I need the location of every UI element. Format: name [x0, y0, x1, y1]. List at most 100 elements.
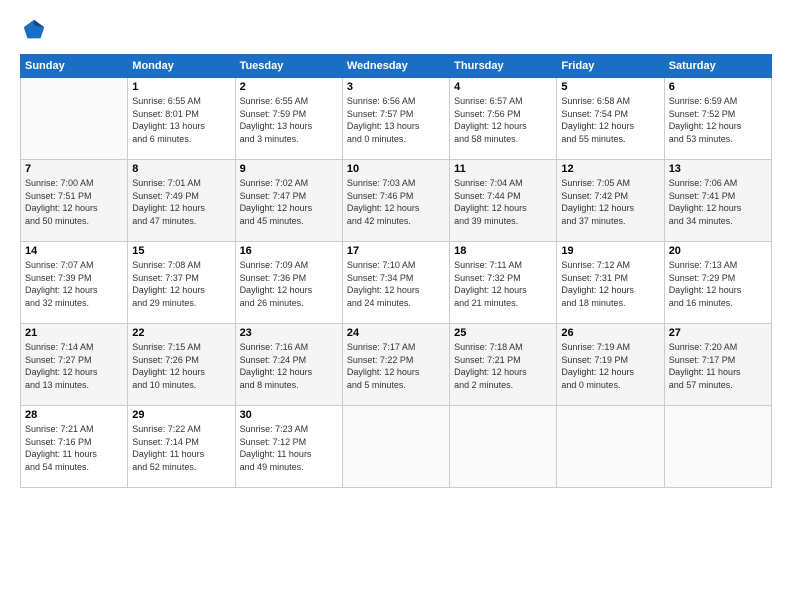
calendar-week-3: 14 Sunrise: 7:07 AM Sunset: 7:39 PM Dayli… — [21, 242, 772, 324]
day-number: 7 — [25, 163, 123, 175]
day-info: Sunrise: 7:20 AM Sunset: 7:17 PM Dayligh… — [669, 341, 767, 391]
calendar-cell: 18 Sunrise: 7:11 AM Sunset: 7:32 PM Dayli… — [450, 242, 557, 324]
calendar-cell: 10 Sunrise: 7:03 AM Sunset: 7:46 PM Dayli… — [342, 160, 449, 242]
day-number: 23 — [240, 327, 338, 339]
day-info: Sunrise: 7:01 AM Sunset: 7:49 PM Dayligh… — [132, 177, 230, 227]
calendar-cell: 29 Sunrise: 7:22 AM Sunset: 7:14 PM Dayli… — [128, 406, 235, 488]
day-info: Sunrise: 6:56 AM Sunset: 7:57 PM Dayligh… — [347, 95, 445, 145]
day-info: Sunrise: 7:12 AM Sunset: 7:31 PM Dayligh… — [561, 259, 659, 309]
calendar-header-monday: Monday — [128, 55, 235, 78]
calendar-cell: 30 Sunrise: 7:23 AM Sunset: 7:12 PM Dayli… — [235, 406, 342, 488]
day-number: 20 — [669, 245, 767, 257]
calendar-cell: 27 Sunrise: 7:20 AM Sunset: 7:17 PM Dayli… — [664, 324, 771, 406]
day-number: 14 — [25, 245, 123, 257]
day-info: Sunrise: 7:10 AM Sunset: 7:34 PM Dayligh… — [347, 259, 445, 309]
day-info: Sunrise: 6:57 AM Sunset: 7:56 PM Dayligh… — [454, 95, 552, 145]
day-number: 16 — [240, 245, 338, 257]
calendar-week-5: 28 Sunrise: 7:21 AM Sunset: 7:16 PM Dayli… — [21, 406, 772, 488]
day-number: 21 — [25, 327, 123, 339]
day-info: Sunrise: 7:08 AM Sunset: 7:37 PM Dayligh… — [132, 259, 230, 309]
calendar-cell: 21 Sunrise: 7:14 AM Sunset: 7:27 PM Dayli… — [21, 324, 128, 406]
calendar-cell: 15 Sunrise: 7:08 AM Sunset: 7:37 PM Dayli… — [128, 242, 235, 324]
day-number: 9 — [240, 163, 338, 175]
calendar-cell: 12Sunrise: 7:05 AM Sunset: 7:42 PM Dayli… — [557, 160, 664, 242]
calendar-cell: 2Sunrise: 6:55 AM Sunset: 7:59 PM Daylig… — [235, 78, 342, 160]
calendar-cell: 13 Sunrise: 7:06 AM Sunset: 7:41 PM Dayli… — [664, 160, 771, 242]
day-number: 30 — [240, 409, 338, 421]
day-info: Sunrise: 6:58 AM Sunset: 7:54 PM Dayligh… — [561, 95, 659, 145]
day-info: Sunrise: 7:21 AM Sunset: 7:16 PM Dayligh… — [25, 423, 123, 473]
day-info: Sunrise: 7:04 AM Sunset: 7:44 PM Dayligh… — [454, 177, 552, 227]
day-info: Sunrise: 7:17 AM Sunset: 7:22 PM Dayligh… — [347, 341, 445, 391]
calendar-header-friday: Friday — [557, 55, 664, 78]
calendar-cell: 1 Sunrise: 6:55 AM Sunset: 8:01 PM Daylig… — [128, 78, 235, 160]
day-info: Sunrise: 7:14 AM Sunset: 7:27 PM Dayligh… — [25, 341, 123, 391]
calendar-cell — [557, 406, 664, 488]
day-info: Sunrise: 7:07 AM Sunset: 7:39 PM Dayligh… — [25, 259, 123, 309]
day-info: Sunrise: 7:03 AM Sunset: 7:46 PM Dayligh… — [347, 177, 445, 227]
calendar-cell: 7 Sunrise: 7:00 AM Sunset: 7:51 PM Daylig… — [21, 160, 128, 242]
day-number: 24 — [347, 327, 445, 339]
calendar-cell: 4Sunrise: 6:57 AM Sunset: 7:56 PM Daylig… — [450, 78, 557, 160]
day-number: 27 — [669, 327, 767, 339]
day-info: Sunrise: 7:18 AM Sunset: 7:21 PM Dayligh… — [454, 341, 552, 391]
logo-icon — [20, 16, 48, 44]
calendar-cell: 14 Sunrise: 7:07 AM Sunset: 7:39 PM Dayli… — [21, 242, 128, 324]
day-info: Sunrise: 7:09 AM Sunset: 7:36 PM Dayligh… — [240, 259, 338, 309]
day-info: Sunrise: 7:06 AM Sunset: 7:41 PM Dayligh… — [669, 177, 767, 227]
calendar-cell: 8 Sunrise: 7:01 AM Sunset: 7:49 PM Daylig… — [128, 160, 235, 242]
calendar-cell: 16 Sunrise: 7:09 AM Sunset: 7:36 PM Dayli… — [235, 242, 342, 324]
calendar-cell — [21, 78, 128, 160]
calendar-cell: 6Sunrise: 6:59 AM Sunset: 7:52 PM Daylig… — [664, 78, 771, 160]
calendar-header-saturday: Saturday — [664, 55, 771, 78]
day-number: 15 — [132, 245, 230, 257]
day-number: 18 — [454, 245, 552, 257]
day-number: 22 — [132, 327, 230, 339]
calendar-header-thursday: Thursday — [450, 55, 557, 78]
calendar-cell: 23 Sunrise: 7:16 AM Sunset: 7:24 PM Dayli… — [235, 324, 342, 406]
calendar-cell: 22Sunrise: 7:15 AM Sunset: 7:26 PM Dayli… — [128, 324, 235, 406]
calendar-cell: 26Sunrise: 7:19 AM Sunset: 7:19 PM Dayli… — [557, 324, 664, 406]
day-number: 3 — [347, 81, 445, 93]
calendar-cell: 19 Sunrise: 7:12 AM Sunset: 7:31 PM Dayli… — [557, 242, 664, 324]
day-number: 1 — [132, 81, 230, 93]
calendar-cell: 25 Sunrise: 7:18 AM Sunset: 7:21 PM Dayli… — [450, 324, 557, 406]
day-info: Sunrise: 6:59 AM Sunset: 7:52 PM Dayligh… — [669, 95, 767, 145]
day-info: Sunrise: 7:23 AM Sunset: 7:12 PM Dayligh… — [240, 423, 338, 473]
header — [20, 16, 772, 44]
day-info: Sunrise: 7:13 AM Sunset: 7:29 PM Dayligh… — [669, 259, 767, 309]
calendar-cell — [664, 406, 771, 488]
day-info: Sunrise: 7:00 AM Sunset: 7:51 PM Dayligh… — [25, 177, 123, 227]
day-number: 29 — [132, 409, 230, 421]
day-number: 8 — [132, 163, 230, 175]
calendar-cell: 3 Sunrise: 6:56 AM Sunset: 7:57 PM Daylig… — [342, 78, 449, 160]
day-info: Sunrise: 7:05 AM Sunset: 7:42 PM Dayligh… — [561, 177, 659, 227]
calendar-header-wednesday: Wednesday — [342, 55, 449, 78]
calendar-header-tuesday: Tuesday — [235, 55, 342, 78]
calendar: SundayMondayTuesdayWednesdayThursdayFrid… — [20, 54, 772, 488]
calendar-cell: 9 Sunrise: 7:02 AM Sunset: 7:47 PM Daylig… — [235, 160, 342, 242]
calendar-header-sunday: Sunday — [21, 55, 128, 78]
day-info: Sunrise: 6:55 AM Sunset: 7:59 PM Dayligh… — [240, 95, 338, 145]
day-number: 25 — [454, 327, 552, 339]
calendar-week-2: 7 Sunrise: 7:00 AM Sunset: 7:51 PM Daylig… — [21, 160, 772, 242]
day-info: Sunrise: 7:02 AM Sunset: 7:47 PM Dayligh… — [240, 177, 338, 227]
day-number: 17 — [347, 245, 445, 257]
calendar-week-1: 1 Sunrise: 6:55 AM Sunset: 8:01 PM Daylig… — [21, 78, 772, 160]
day-number: 10 — [347, 163, 445, 175]
day-number: 13 — [669, 163, 767, 175]
calendar-cell: 24 Sunrise: 7:17 AM Sunset: 7:22 PM Dayli… — [342, 324, 449, 406]
page: SundayMondayTuesdayWednesdayThursdayFrid… — [0, 0, 792, 612]
day-info: Sunrise: 6:55 AM Sunset: 8:01 PM Dayligh… — [132, 95, 230, 145]
day-number: 28 — [25, 409, 123, 421]
calendar-week-4: 21 Sunrise: 7:14 AM Sunset: 7:27 PM Dayli… — [21, 324, 772, 406]
calendar-cell: 28 Sunrise: 7:21 AM Sunset: 7:16 PM Dayli… — [21, 406, 128, 488]
day-number: 11 — [454, 163, 552, 175]
calendar-cell — [342, 406, 449, 488]
calendar-cell: 17 Sunrise: 7:10 AM Sunset: 7:34 PM Dayli… — [342, 242, 449, 324]
day-info: Sunrise: 7:22 AM Sunset: 7:14 PM Dayligh… — [132, 423, 230, 473]
day-info: Sunrise: 7:11 AM Sunset: 7:32 PM Dayligh… — [454, 259, 552, 309]
day-info: Sunrise: 7:16 AM Sunset: 7:24 PM Dayligh… — [240, 341, 338, 391]
logo — [20, 16, 52, 44]
day-number: 19 — [561, 245, 659, 257]
